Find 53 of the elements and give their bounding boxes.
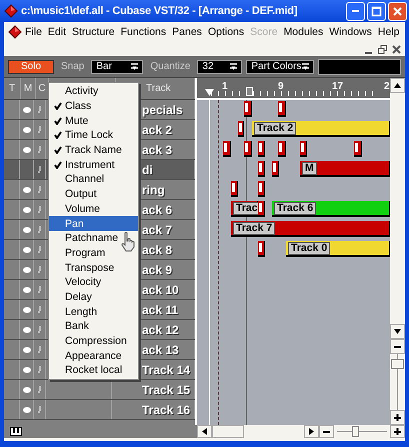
track-name: ack 11 xyxy=(142,302,178,316)
dropdown-value: 32 xyxy=(202,61,214,72)
track-name: ack 6 xyxy=(142,202,172,216)
menu-item-label: Rocket local xyxy=(65,364,122,376)
column-label: Track xyxy=(146,83,171,94)
track-name: ack 2 xyxy=(142,122,172,136)
track-name: ack 3 xyxy=(142,142,172,156)
part-label: M xyxy=(302,162,317,175)
menu-item-label: Bank xyxy=(65,320,89,332)
menu-item-label: Volume xyxy=(65,202,100,215)
menu-item-label: Appearance xyxy=(65,350,122,362)
track-name: ack 10 xyxy=(142,282,179,296)
menu-item-label: Track Name xyxy=(65,144,122,156)
menu-item-label: Activity xyxy=(65,85,98,98)
menu-item-label: Length xyxy=(65,306,98,318)
part-label: Track 0 xyxy=(288,242,330,255)
track-name: ring xyxy=(142,182,165,196)
menu-item-label: Delay xyxy=(65,290,92,303)
menu-item-label: Transpose xyxy=(65,262,114,274)
menu-item-label: Instrument xyxy=(65,158,115,171)
menu-item-label: Program xyxy=(65,246,106,259)
track-name: pecials xyxy=(142,102,183,116)
snap-label: Snap xyxy=(60,61,86,72)
track-name: Track 16 xyxy=(142,402,190,416)
ruler-label: 17 xyxy=(332,81,344,92)
menu-item-label: Time Lock xyxy=(65,129,114,142)
track-name: Track 15 xyxy=(142,382,190,396)
part-label: Track 7 xyxy=(233,222,276,235)
track-name: ack 7 xyxy=(142,222,172,236)
menu-item-label: Compression xyxy=(65,335,127,348)
column-label: C xyxy=(38,83,46,94)
quantize-label: Quantize xyxy=(149,61,192,72)
part-label: Track 2 xyxy=(254,122,296,135)
track-name: ack 12 xyxy=(142,322,179,336)
ruler-label: 2 xyxy=(384,81,390,92)
menu-item-label: Pan xyxy=(65,218,84,230)
track-name: di xyxy=(142,162,153,176)
column-label: T xyxy=(8,83,16,94)
track-name: ack 13 xyxy=(142,342,179,356)
window-title: c:\music1\def.all - Cubase VST/32 - [Arrange - DEF.mid] xyxy=(21,5,298,17)
track-name: ack 8 xyxy=(142,242,172,256)
dropdown-value: Bar xyxy=(96,61,112,72)
menu-item-label: Mute xyxy=(65,114,88,127)
menu-item-label: Channel xyxy=(65,173,104,186)
menu-item-label: Output xyxy=(65,188,97,200)
dropdown-value: Part Colors xyxy=(251,61,302,72)
menu-item-label: Class xyxy=(65,100,92,112)
part-label: Track 6 xyxy=(274,202,316,215)
track-name: Track 14 xyxy=(142,362,190,376)
track-name: ack 9 xyxy=(142,262,172,276)
column-label: M xyxy=(24,83,32,94)
ruler-label: 1 xyxy=(222,81,228,92)
ruler-label: 9 xyxy=(278,81,284,92)
